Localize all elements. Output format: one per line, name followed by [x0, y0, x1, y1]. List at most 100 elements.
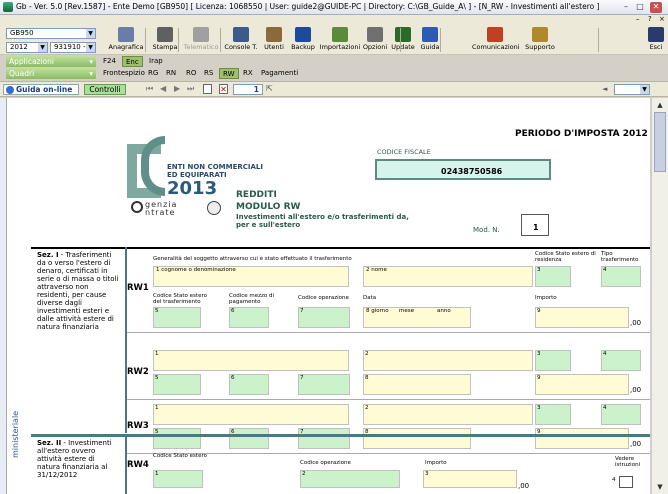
enc-logo — [127, 136, 167, 200]
tab-rg[interactable]: RG — [145, 68, 161, 79]
field-number: 2 — [365, 351, 369, 357]
vertical-scrollbar[interactable]: ▲ ▼ — [651, 98, 668, 494]
rw3-importo-field[interactable]: 9 — [535, 428, 629, 449]
rw1-nome-label: 2 nome — [366, 267, 387, 273]
toolbar-button-comunicazioni[interactable]: Comunicazioni — [472, 27, 520, 55]
rw2-codice-mezzo-field[interactable]: 6 — [229, 374, 269, 395]
delete-page-icon[interactable]: ✕ — [219, 84, 228, 94]
field-number: 4 — [603, 267, 607, 273]
toolbar-button-guida[interactable]: Guida — [419, 27, 441, 55]
tab-rn[interactable]: RN — [163, 68, 179, 79]
rw1-codice-mezzo-label: Codice mezzo di pagamento — [229, 293, 275, 305]
tab-rw[interactable]: RW — [219, 68, 239, 79]
rw1-codice-mezzo-field[interactable]: 6 — [229, 307, 269, 328]
modulo-desc: Investimenti all'estero e/o trasferiment… — [236, 213, 409, 229]
guida-online-button[interactable]: Guida on-line — [3, 84, 79, 95]
company-value: GB950 — [10, 29, 34, 37]
scroll-up-icon[interactable]: ▲ — [654, 99, 666, 111]
tab-irap[interactable]: Irap — [146, 56, 166, 67]
help-icon[interactable]: ? — [648, 15, 652, 23]
minimize-icon[interactable]: – — [620, 2, 632, 13]
mod-n-field[interactable]: 1 — [521, 214, 549, 236]
quadri-bar[interactable]: Quadri ▾ — [6, 68, 96, 79]
mdi-close-icon[interactable]: × — [659, 15, 665, 23]
rw2-nome-field[interactable]: 2 — [363, 350, 533, 371]
rw1-importo-label: Importo — [535, 295, 557, 301]
new-page-icon[interactable] — [203, 84, 212, 94]
toolbar-button-label: Utenti — [264, 43, 284, 51]
maximize-icon[interactable]: □ — [634, 2, 646, 13]
first-page-icon[interactable]: ⏮ — [146, 84, 153, 94]
rw1-codice-stato-res-field[interactable]: 3 — [535, 266, 571, 287]
code-select[interactable]: 931910 - ▼ — [50, 42, 96, 53]
rw1-codice-operazione-field[interactable]: 7 — [298, 307, 350, 328]
rw3-nome-field[interactable]: 2 — [363, 404, 533, 425]
agenzia-entrate-text: genzia ntrate — [145, 201, 177, 217]
toolbar-button-backup[interactable]: Backup — [288, 27, 318, 55]
rw2-codice-operazione-field[interactable]: 7 — [298, 374, 350, 395]
toolbar-separator — [440, 28, 441, 52]
menu-bar: – ? × — [0, 15, 668, 25]
rw4-field-3[interactable]: 3 — [423, 470, 517, 488]
rw3-tipo-field[interactable]: 4 — [601, 404, 641, 425]
toolbar-button-stampa[interactable]: Stampa — [150, 27, 180, 55]
toolbar-button-update[interactable]: Update — [390, 27, 416, 55]
toolbar-button-importazioni[interactable]: Importazioni — [318, 27, 362, 55]
zoom-arrow-icon[interactable]: ◄ — [602, 85, 607, 93]
controlli-button[interactable]: Controlli — [84, 84, 126, 95]
rw2-cognome-field[interactable]: 1 — [153, 350, 349, 371]
rw1-codice-stato-trasf-field[interactable]: 5 — [153, 307, 201, 328]
agenzia-logo-icon — [131, 201, 143, 213]
company-select[interactable]: GB950 ▼ — [6, 28, 96, 39]
rw2-data-field[interactable]: 8 — [363, 374, 471, 395]
toolbar-button-esci[interactable]: Esci — [645, 27, 667, 55]
close-icon[interactable]: ✕ — [650, 2, 662, 13]
toolbar-button-opzioni[interactable]: Opzioni — [362, 27, 388, 55]
rw4-checkbox[interactable]: 4 — [612, 476, 633, 488]
rw2-codice-stato-trasf-field[interactable]: 5 — [153, 374, 201, 395]
tab-frontespizio[interactable]: Frontespizio — [100, 68, 148, 79]
goto-page-icon[interactable]: ⇱ — [266, 84, 273, 93]
toolbar-button-anagrafica[interactable]: Anagrafica — [107, 27, 145, 55]
tab-ro[interactable]: RO — [183, 68, 199, 79]
rw4-field-1[interactable]: 1 — [153, 470, 203, 488]
toolbar-button-console-t[interactable]: Console T. — [222, 27, 260, 55]
toolbar-button-utenti[interactable]: Utenti — [262, 27, 286, 55]
rw1-tipo-field[interactable]: 4 — [601, 266, 641, 287]
rw4-codice-operazione-label: Codice operazione — [300, 460, 351, 466]
rw4-field-2[interactable]: 2 — [300, 470, 400, 488]
rw2-tipo-field[interactable]: 4 — [601, 350, 641, 371]
rw3-data-field[interactable]: 8 — [363, 428, 471, 449]
scroll-thumb[interactable] — [654, 112, 666, 172]
rw2-codice-stato-res-field[interactable]: 3 — [535, 350, 571, 371]
rw3-codice-stato-trasf-field[interactable]: 5 — [153, 428, 201, 449]
window-title: Gb - Ver. 5.0 [Rev.1587] - Ente Demo [GB… — [16, 2, 600, 11]
next-page-icon[interactable]: ▶ — [174, 84, 180, 93]
applicazioni-bar[interactable]: Applicazioni ▾ — [6, 56, 96, 67]
anagrafica-icon — [118, 27, 134, 42]
tab-f24[interactable]: F24 — [100, 56, 119, 67]
rw3-cognome-field[interactable]: 1 — [153, 404, 349, 425]
toolbar-button-supporto[interactable]: Supporto — [522, 27, 558, 55]
mdi-minimize-icon[interactable]: – — [636, 15, 640, 23]
toolbar-button-telematico[interactable]: Telematico — [182, 27, 220, 55]
tab-rs[interactable]: RS — [201, 68, 216, 79]
rw3-codice-mezzo-field[interactable]: 6 — [229, 428, 269, 449]
rw3-codice-stato-res-field[interactable]: 3 — [535, 404, 571, 425]
rw1-mese-label: mese — [399, 308, 414, 314]
zoom-select[interactable]: ▼ — [614, 84, 650, 95]
page-number-field[interactable]: 1 — [233, 84, 263, 95]
rw2-importo-field[interactable]: 9 — [535, 374, 629, 395]
tab-enc[interactable]: Enc — [122, 56, 143, 67]
codice-fiscale-box[interactable]: 02438750586 — [375, 159, 551, 180]
rw3-codice-operazione-field[interactable]: 7 — [298, 428, 350, 449]
opzioni-icon — [367, 27, 383, 42]
tab-rx[interactable]: RX — [240, 68, 256, 79]
year-select[interactable]: 2012 ▼ — [6, 42, 48, 53]
prev-page-icon[interactable]: ◀ — [160, 84, 166, 93]
rw1-nome-field[interactable] — [363, 266, 533, 287]
last-page-icon[interactable]: ⏭ — [187, 84, 194, 94]
tab-pagamenti[interactable]: Pagamenti — [258, 68, 301, 79]
scroll-down-icon[interactable]: ▼ — [654, 481, 666, 493]
rw1-importo-field[interactable]: 9 — [535, 307, 629, 328]
